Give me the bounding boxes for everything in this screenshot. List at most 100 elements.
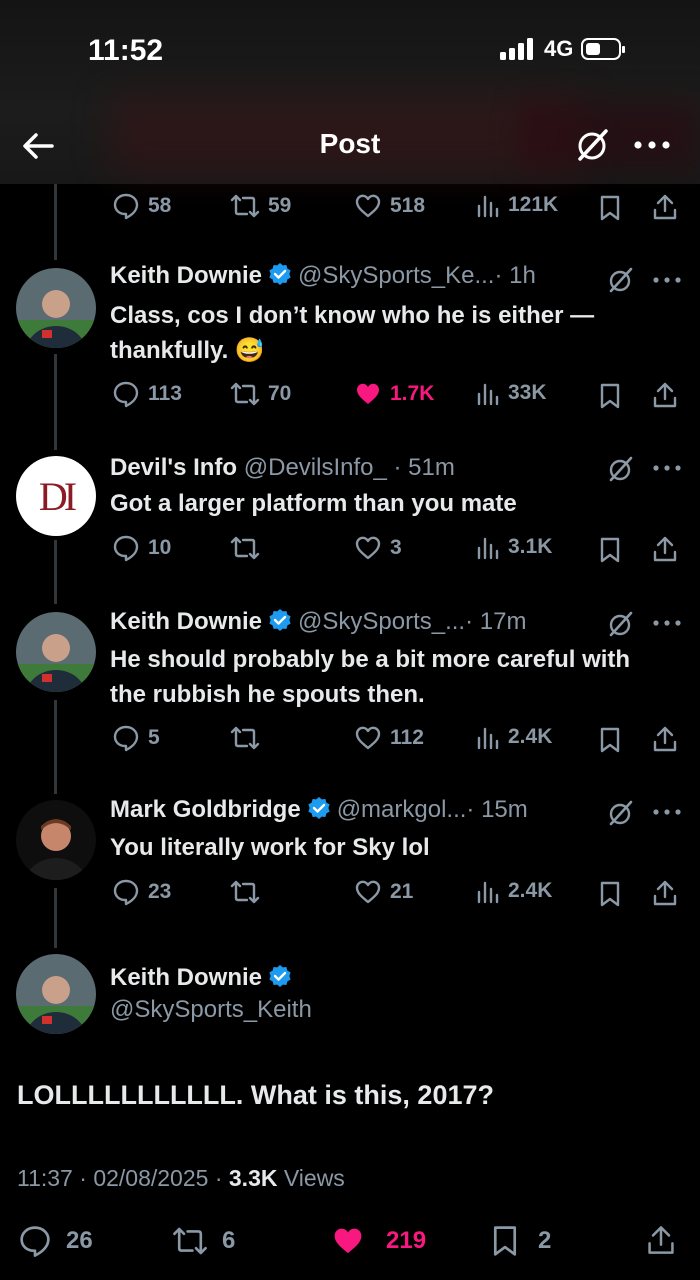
reply-icon — [113, 193, 139, 220]
repost-button[interactable]: 6 — [172, 1224, 235, 1258]
more-options-icon[interactable] — [652, 458, 682, 478]
views-icon — [477, 195, 499, 218]
avatar[interactable] — [16, 268, 96, 348]
repost-button[interactable]: 70 — [230, 380, 291, 408]
views-button[interactable]: 2.4K — [476, 878, 552, 904]
avatar[interactable]: DI — [16, 456, 96, 536]
repost-button[interactable] — [230, 878, 260, 906]
avatar[interactable] — [16, 800, 96, 880]
more-options-icon[interactable] — [652, 613, 682, 633]
grok-icon[interactable] — [608, 267, 634, 293]
repost-count: 70 — [268, 382, 292, 405]
views-button[interactable]: 33K — [476, 380, 547, 406]
main-post-author: Keith Downie — [110, 964, 298, 992]
post-time: · 17m — [465, 608, 527, 635]
more-options-icon[interactable] — [632, 128, 672, 162]
reply-count: 26 — [66, 1227, 93, 1254]
avatar-image — [16, 800, 96, 880]
like-button[interactable]: 3 — [354, 534, 402, 562]
reply-header: Keith Downie @SkySports_...· 17m — [110, 608, 526, 636]
bookmark-icon[interactable] — [598, 194, 622, 222]
reply-count: 23 — [148, 880, 172, 903]
grok-icon[interactable] — [576, 128, 610, 162]
author-name[interactable]: Keith Downie — [110, 262, 262, 289]
repost-count: 6 — [222, 1227, 236, 1254]
author-handle[interactable]: @SkySports_Ke... — [298, 262, 494, 289]
bookmark-icon[interactable] — [598, 880, 622, 908]
grok-icon[interactable] — [608, 800, 634, 826]
like-button[interactable]: 219 — [330, 1224, 426, 1258]
reply-icon — [113, 879, 139, 906]
avatar[interactable] — [16, 612, 96, 692]
verified-badge-icon — [269, 609, 291, 631]
reply-button[interactable]: 23 — [112, 878, 171, 906]
views-total[interactable]: 3.3K — [229, 1165, 278, 1191]
bookmark-icon[interactable] — [598, 536, 622, 564]
share-icon[interactable] — [652, 879, 678, 907]
reply-actions: 113 70 1.7K 33K — [0, 380, 700, 412]
reply-button[interactable]: 26 — [18, 1224, 93, 1258]
avatar-logo-text: DI — [38, 474, 77, 519]
like-button[interactable]: 112 — [354, 724, 424, 752]
share-icon[interactable] — [652, 535, 678, 563]
reply-text: He should probably be a bit more careful… — [110, 646, 631, 708]
bookmark-icon[interactable] — [598, 726, 622, 754]
author-name[interactable]: Mark Goldbridge — [110, 796, 301, 823]
like-count: 518 — [390, 194, 426, 217]
post-time: · 51m — [393, 454, 455, 481]
author-handle[interactable]: @markgol... — [337, 796, 467, 823]
main-post-actions: 26 6 219 2 — [0, 1224, 700, 1258]
more-options-icon[interactable] — [652, 270, 682, 290]
reply-button[interactable]: 113 — [112, 380, 182, 408]
views-icon — [477, 727, 499, 750]
views-label: Views — [283, 1165, 345, 1191]
views-button[interactable]: 3.1K — [476, 534, 552, 560]
reply-button[interactable]: 5 — [112, 724, 160, 752]
author-handle[interactable]: @SkySports_... — [298, 608, 465, 635]
repost-icon — [230, 880, 260, 904]
reply-button[interactable]: 10 — [112, 534, 171, 562]
repost-button[interactable]: 59 — [230, 192, 291, 220]
views-icon — [477, 383, 499, 406]
post-date: 02/08/2025 — [93, 1165, 209, 1191]
share-icon[interactable] — [652, 381, 678, 409]
repost-button[interactable] — [230, 724, 260, 752]
more-options-icon[interactable] — [652, 802, 682, 822]
author-name[interactable]: Keith Downie — [110, 608, 262, 635]
like-button[interactable]: 1.7K — [354, 380, 434, 408]
reply-icon — [113, 725, 139, 752]
repost-icon — [230, 536, 260, 560]
reply-icon — [113, 381, 139, 408]
repost-button[interactable] — [230, 534, 260, 562]
reply-button[interactable]: 58 — [112, 192, 171, 220]
share-icon[interactable] — [652, 725, 678, 753]
author-handle[interactable]: @SkySports_Keith — [110, 996, 312, 1023]
author-name[interactable]: Keith Downie — [110, 964, 262, 991]
heart-icon — [355, 726, 381, 750]
author-handle[interactable]: @DevilsInfo_ — [244, 454, 387, 481]
share-icon[interactable] — [652, 193, 678, 221]
bookmark-button[interactable]: 2 — [490, 1224, 551, 1258]
views-count: 33K — [508, 381, 547, 404]
heart-icon — [355, 194, 381, 218]
reply-text: Class, cos I don’t know who he is either… — [110, 302, 595, 364]
like-button[interactable]: 518 — [354, 192, 425, 220]
repost-count: 59 — [268, 194, 292, 217]
share-icon[interactable] — [646, 1224, 676, 1256]
reply-text: Got a larger platform than you mate — [110, 490, 517, 517]
avatar-image — [16, 954, 96, 1034]
author-name[interactable]: Devil's Info — [110, 454, 237, 481]
avatar[interactable] — [16, 954, 96, 1034]
reply-count: 10 — [148, 536, 172, 559]
like-button[interactable]: 21 — [354, 878, 413, 906]
views-button[interactable]: 2.4K — [476, 724, 552, 750]
grok-icon[interactable] — [608, 611, 634, 637]
reply-count: 113 — [148, 382, 182, 405]
back-arrow-icon[interactable] — [18, 126, 58, 166]
heart-filled-icon — [357, 383, 379, 404]
grok-icon[interactable] — [608, 456, 634, 482]
bookmark-icon[interactable] — [598, 382, 622, 410]
views-button[interactable]: 121K — [476, 192, 558, 218]
verified-badge-icon — [308, 797, 330, 819]
main-post-handle: @SkySports_Keith — [110, 996, 312, 1024]
